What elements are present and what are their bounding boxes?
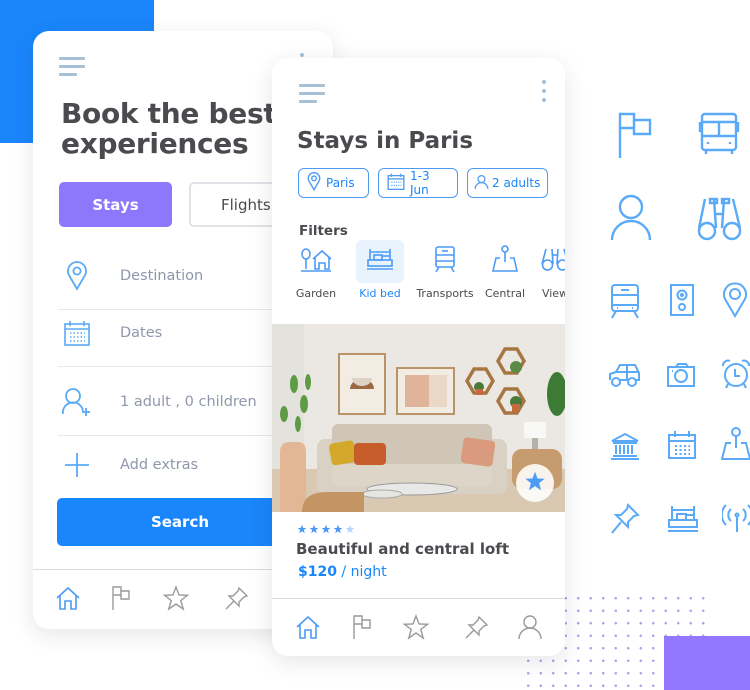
dates-chip[interactable]: 1-3 Jun [378,168,458,198]
filter-view[interactable]: View [525,240,565,300]
flag-icon [616,112,658,158]
more-options-icon[interactable] [542,80,548,107]
filter-kid-bed[interactable]: Kid bed [350,240,410,300]
camera-icon [666,362,708,404]
favorite-button[interactable] [516,464,554,502]
destination-label: Destination [120,267,204,284]
garden-icon [300,245,332,278]
dates-chip-label: 1-3 Jun [410,169,430,197]
person-icon [474,174,489,193]
bed-icon [366,247,394,276]
star-filled-icon [297,524,307,534]
bottom-nav [272,598,565,656]
car-icon [608,362,650,404]
stays-tab[interactable]: Stays [59,182,172,227]
star-empty-icon [345,524,355,534]
listing-title: Beautiful and central loft [296,540,509,558]
menu-icon[interactable] [59,57,85,77]
flag-icon[interactable] [109,585,135,611]
page-title: Book the best experiences [61,97,277,160]
title-line-2: experiences [61,127,249,160]
star-icon[interactable] [162,585,190,611]
guests-chip-label: 2 adults [492,176,541,190]
listing-photo[interactable] [272,324,565,512]
star-filled-icon [333,524,343,534]
star-icon[interactable] [402,614,430,640]
calendar-icon [667,430,709,472]
title-line-1: Book the best [61,97,277,130]
pin-icon[interactable] [224,585,250,611]
guests-label: 1 adult , 0 children [120,393,257,410]
bus-icon [698,112,740,154]
filter-garden-label: Garden [295,287,337,300]
pushpin-icon [610,503,652,545]
antenna-icon [720,503,750,545]
bed-icon [667,504,709,546]
filter-central-label: Central [484,287,526,300]
train-icon [610,283,652,325]
plus-icon [58,453,96,477]
location-chip[interactable]: Paris [298,168,369,198]
home-icon[interactable] [55,585,81,611]
filter-transports[interactable]: Transports [415,240,475,300]
pin-icon[interactable] [464,614,490,640]
extras-label: Add extras [120,457,199,473]
calendar-icon [387,173,405,193]
speaker-icon [669,283,711,325]
rating-stars [297,524,355,534]
filter-view-label: View [541,287,565,300]
flag-icon[interactable] [350,614,376,640]
filters-title: Filters [299,223,348,239]
listing-price: $120 / night [298,564,387,580]
location-chip-label: Paris [326,176,355,190]
star-filled-icon [309,524,319,534]
alarm-clock-icon [721,359,750,401]
filter-garden[interactable]: Garden [286,240,346,300]
price-unit: / night [336,564,387,580]
guests-chip[interactable]: 2 adults [467,168,548,198]
location-pin-icon [58,260,96,291]
person-icon [610,194,652,241]
binoculars-icon [697,196,742,241]
calendar-icon [58,320,96,346]
user-icon[interactable] [517,614,543,640]
stays-card: Stays in Paris Paris 1-3 Jun 2 adults Fi… [272,58,565,656]
add-person-icon [58,387,96,417]
map-pin-icon [491,245,519,278]
star-filled-icon [321,524,331,534]
menu-icon[interactable] [299,84,325,104]
page-title: Stays in Paris [297,128,474,154]
filter-transports-label: Transports [416,287,474,300]
dates-label: Dates [120,324,163,341]
home-icon[interactable] [295,614,321,640]
location-pin-icon [722,282,750,324]
museum-icon [610,432,652,474]
star-icon [524,470,546,497]
train-icon [434,245,456,278]
map-pin-icon [720,427,750,469]
binoculars-icon [541,246,565,277]
location-pin-icon [307,172,321,194]
decor-purple-block [664,636,750,690]
price-amount: $120 [298,564,337,580]
filter-kid-bed-label: Kid bed [359,287,401,300]
